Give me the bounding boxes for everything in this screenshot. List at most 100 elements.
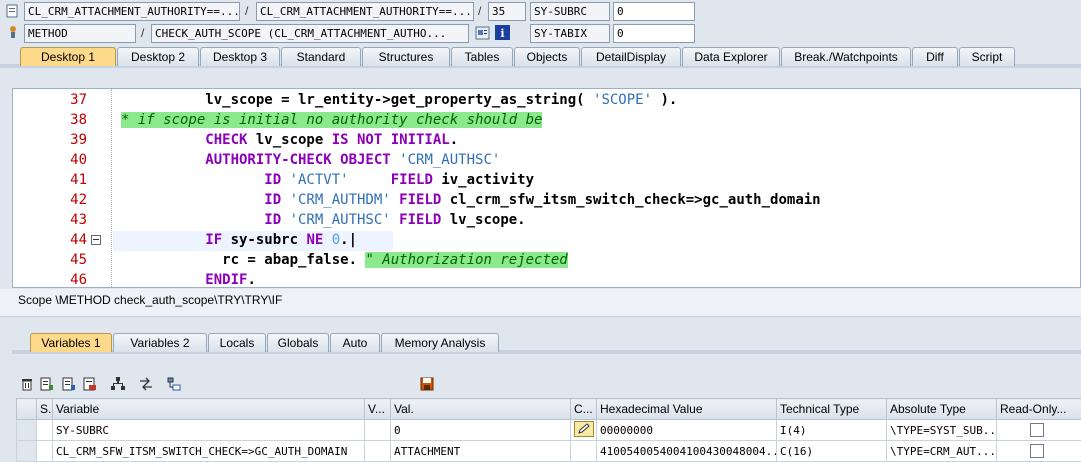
row-selector[interactable] (17, 441, 37, 462)
read-only-checkbox[interactable] (1030, 423, 1044, 437)
code-token: lv_scope = lr_entity->get_property_as_st… (121, 92, 593, 108)
code-line[interactable]: rc = abap_false. " Authorization rejecte… (121, 252, 568, 268)
code-token: * if scope is initial no authority check… (121, 112, 542, 128)
line-number: 40 (23, 152, 87, 168)
tab-globals[interactable]: Globals (267, 333, 329, 352)
tab-variables-2[interactable]: Variables 2 (113, 333, 207, 352)
line-number-field[interactable]: 35 (488, 2, 526, 21)
code-line[interactable]: AUTHORITY-CHECK OBJECT 'CRM_AUTHSC' (121, 152, 500, 168)
code-token: lv_scope. (450, 212, 526, 228)
tab-desktop-1[interactable]: Desktop 1 (20, 47, 116, 66)
save-layout-icon[interactable] (83, 377, 97, 391)
tab-standard[interactable]: Standard (281, 47, 361, 66)
variables-table[interactable]: S...VariableV...Val.C...Hexadecimal Valu… (16, 398, 1081, 462)
code-line[interactable]: * if scope is initial no authority check… (121, 112, 542, 128)
table-cell (37, 441, 53, 462)
tab-detaildisplay[interactable]: DetailDisplay (581, 47, 681, 66)
info-icon[interactable]: i (495, 25, 511, 41)
table-cell (997, 441, 1081, 462)
column-header[interactable]: Technical Type (777, 399, 887, 420)
row-selector[interactable] (17, 420, 37, 441)
new-icon[interactable] (40, 377, 54, 391)
change-icon[interactable] (62, 377, 76, 391)
sysvar-value-field[interactable]: 0 (613, 2, 695, 21)
column-header[interactable]: C... (571, 399, 597, 420)
line-number: 44 (23, 232, 87, 248)
tab-locals[interactable]: Locals (208, 333, 266, 352)
pencil-icon[interactable] (574, 427, 594, 440)
sysvar-name-field[interactable]: SY-TABIX (530, 24, 610, 43)
column-header[interactable]: Read-Only... (997, 399, 1081, 420)
sysvar-name-field[interactable]: SY-SUBRC (530, 2, 610, 21)
column-header[interactable]: Val. (391, 399, 571, 420)
code-line[interactable]: IF sy-subrc NE 0.| (121, 232, 357, 248)
table-cell (37, 420, 53, 441)
code-token: . (247, 272, 255, 288)
code-line[interactable]: ID 'ACTVT' FIELD iv_activity (121, 172, 534, 188)
source-code-editor[interactable]: 37 lv_scope = lr_entity->get_property_as… (12, 88, 1081, 288)
column-header[interactable]: S... (37, 399, 53, 420)
code-line[interactable]: ENDIF. (121, 272, 256, 288)
table-cell: I(4) (777, 420, 887, 441)
method-icon (6, 25, 20, 39)
tab-structures[interactable]: Structures (362, 47, 450, 66)
line-number: 37 (23, 92, 87, 108)
table-cell[interactable]: SY-SUBRC (53, 420, 365, 441)
code-token: ID (121, 172, 290, 188)
tab-tables[interactable]: Tables (451, 47, 513, 66)
code-line[interactable]: lv_scope = lr_entity->get_property_as_st… (121, 92, 677, 108)
separator: / (478, 4, 481, 18)
save-icon[interactable] (420, 377, 434, 391)
code-line[interactable]: CHECK lv_scope IS NOT INITIAL. (121, 132, 458, 148)
table-cell[interactable]: ATTACHMENT (391, 441, 571, 462)
tab-script[interactable]: Script (959, 47, 1015, 66)
separator: / (141, 26, 144, 40)
tab-memory-analysis[interactable]: Memory Analysis (381, 333, 499, 352)
program-field[interactable]: CL_CRM_ATTACHMENT_AUTHORITY==... (24, 2, 240, 21)
table-cell[interactable]: 0 (391, 420, 571, 441)
include-field[interactable]: CL_CRM_ATTACHMENT_AUTHORITY==... (256, 2, 474, 21)
column-header[interactable]: V... (365, 399, 391, 420)
program-icon (6, 4, 20, 18)
tab-desktop-3[interactable]: Desktop 3 (200, 47, 280, 66)
tab-break-watchpoints[interactable]: Break./Watchpoints (781, 47, 911, 66)
column-header[interactable]: Hexadecimal Value (597, 399, 777, 420)
method-name-field[interactable]: CHECK_AUTH_SCOPE (CL_CRM_ATTACHMENT_AUTH… (151, 24, 469, 43)
fold-toggle[interactable] (91, 235, 101, 245)
display-object-icon[interactable] (475, 25, 491, 41)
code-token: NE (306, 232, 331, 248)
tab-auto[interactable]: Auto (330, 333, 380, 352)
tab-diff[interactable]: Diff (912, 47, 958, 66)
code-token: lv_scope (256, 132, 332, 148)
hierarchy-icon[interactable] (111, 377, 125, 391)
code-token: . (450, 132, 458, 148)
tab-variables-1[interactable]: Variables 1 (30, 333, 112, 352)
scope-text: Scope \METHOD check_auth_scope\TRY\TRY\I… (18, 293, 282, 307)
delete-icon[interactable] (20, 377, 34, 391)
table-cell (997, 420, 1081, 441)
event-type-field[interactable]: METHOD (24, 24, 136, 43)
tree-icon[interactable] (167, 377, 181, 391)
line-number: 41 (23, 172, 87, 188)
tab-data-explorer[interactable]: Data Explorer (682, 47, 780, 66)
table-cell (365, 420, 391, 441)
table-row[interactable]: CL_CRM_SFW_ITSM_SWITCH_CHECK=>GC_AUTH_DO… (17, 441, 1081, 462)
code-token: ). (652, 92, 677, 108)
code-line[interactable]: ID 'CRM_AUTHDM' FIELD cl_crm_sfw_itsm_sw… (121, 192, 821, 208)
code-token: FIELD (391, 192, 450, 208)
column-header[interactable]: Variable (53, 399, 365, 420)
transfer-icon[interactable] (139, 377, 153, 391)
tab-desktop-2[interactable]: Desktop 2 (117, 47, 199, 66)
desktop-tabs: Desktop 1Desktop 2Desktop 3StandardStruc… (20, 47, 1016, 66)
tab-objects[interactable]: Objects (514, 47, 580, 66)
code-token: 'CRM_AUTHDM' (290, 192, 391, 208)
code-line[interactable]: ID 'CRM_AUTHSC' FIELD lv_scope. (121, 212, 526, 228)
code-token: CHECK (121, 132, 256, 148)
column-header[interactable]: Absolute Type (887, 399, 997, 420)
sysvar-value-field[interactable]: 0 (613, 24, 695, 43)
table-cell[interactable]: CL_CRM_SFW_ITSM_SWITCH_CHECK=>GC_AUTH_DO… (53, 441, 365, 462)
table-row[interactable]: SY-SUBRC000000000I(4)\TYPE=SYST_SUB... (17, 420, 1081, 441)
code-token: rc = abap_false. (121, 252, 365, 268)
code-token: FIELD (382, 172, 441, 188)
read-only-checkbox[interactable] (1030, 444, 1044, 458)
